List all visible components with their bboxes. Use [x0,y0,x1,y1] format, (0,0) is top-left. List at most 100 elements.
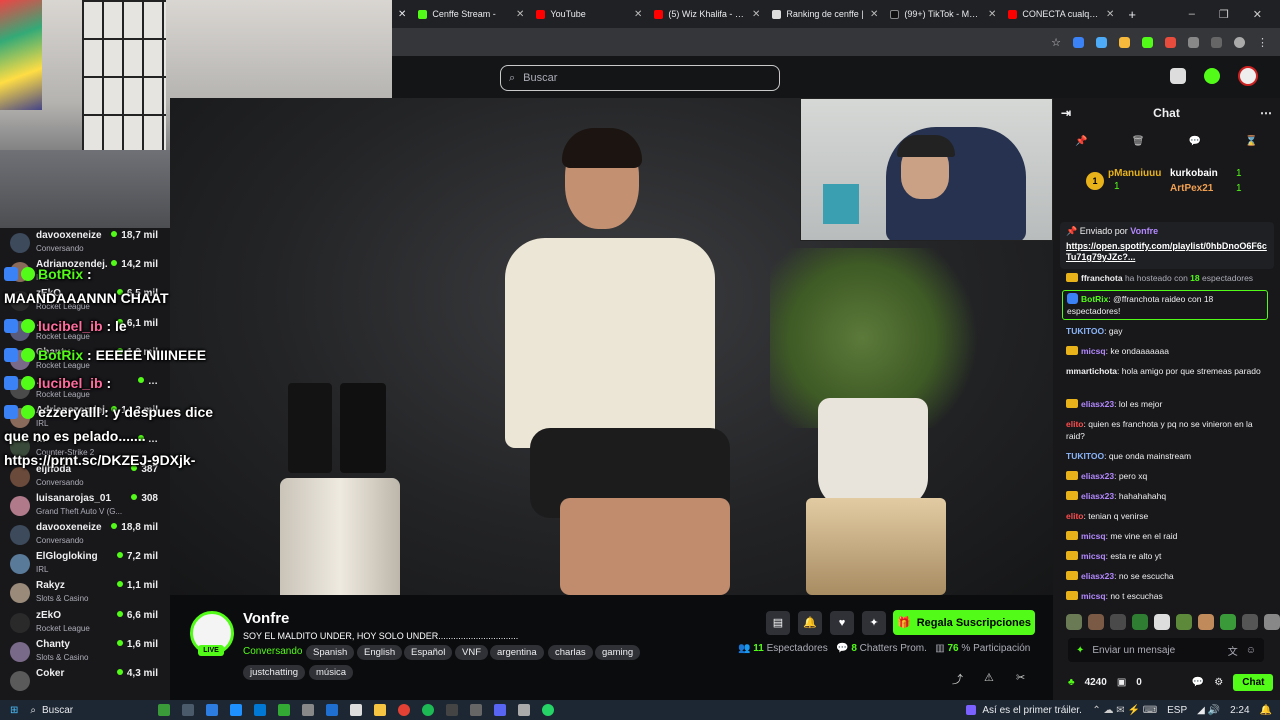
app-icon[interactable] [326,704,338,716]
browser-tab[interactable]: (5) Wiz Khalifa - Say ✕ [648,0,766,28]
extension-icon[interactable] [1096,36,1107,48]
video-player[interactable] [170,98,1053,595]
settings-gear-icon[interactable]: ⚙ [1214,677,1223,688]
emote-icon[interactable] [1176,614,1192,630]
browser-tab[interactable]: YouTube ✕ [530,0,648,28]
browser-tab[interactable]: CONECTA cualquier ✕ [1002,0,1120,28]
tab-close-icon[interactable]: ✕ [988,9,996,20]
notifications-bell-icon[interactable]: 🔔 [798,611,822,635]
sidebar-channel[interactable]: davooxeneize Conversando 18,8 mil [0,520,170,549]
gift-subscriptions-button[interactable]: 🎁 Regala Suscripciones [893,610,1035,635]
edge-icon[interactable] [230,704,242,716]
stream-tag[interactable]: música [309,665,354,680]
chat-settings-bubble-icon[interactable]: 💬 [1192,677,1204,688]
stream-category[interactable]: Conversando [243,646,302,657]
new-tab-button[interactable]: + [1120,7,1144,22]
minimize-button[interactable]: – [1189,8,1195,21]
kick-logo-icon[interactable] [1204,68,1220,84]
chat-username[interactable]: eliasx23 [1081,491,1114,501]
tab-close-icon[interactable]: ✕ [516,9,524,20]
chat-bubble-icon[interactable]: 💬 [1189,136,1201,147]
stream-tag[interactable]: argentina [490,645,544,660]
browser-tab[interactable]: Ranking de cenffe | ✕ [766,0,884,28]
clip-icon[interactable]: ✂ [1016,671,1025,684]
stream-tag[interactable]: English [357,645,403,660]
chat-username[interactable]: elito [1066,511,1083,521]
chrome-icon[interactable] [398,704,410,716]
tab-close-icon[interactable]: ✕ [870,9,878,20]
emote-icon[interactable] [1110,614,1126,630]
notification-bell-icon[interactable]: 🔔 [1260,705,1272,716]
app-icon[interactable] [302,704,314,716]
whatsapp-icon[interactable] [542,704,554,716]
language-indicator[interactable]: ESP [1167,705,1187,716]
chat-username[interactable]: micsq [1081,551,1106,561]
theatre-mode-button[interactable]: ▤ [766,611,790,635]
extension-icon[interactable] [1165,36,1176,48]
bookmark-star-icon[interactable]: ☆ [1051,36,1061,49]
inbox-icon[interactable] [1170,68,1186,84]
gifter-name[interactable]: ArtPex21 [1170,183,1213,194]
task-view-icon[interactable] [182,704,194,716]
stream-tag[interactable]: Español [404,645,453,660]
gift-box-icon[interactable]: ▣ [1117,677,1126,688]
gifter-name[interactable]: pManuiuuu [1108,168,1161,179]
emote-icon[interactable] [1088,614,1104,630]
emote-icon[interactable] [1132,614,1148,630]
chat-menu-icon[interactable]: ⋯ [1260,106,1272,120]
streamer-name[interactable]: Vonfre [243,610,289,627]
close-window-button[interactable]: ✕ [1253,8,1262,21]
taskbar-search[interactable]: Buscar [42,705,152,716]
copilot-icon[interactable] [206,704,218,716]
gifter-name[interactable]: kurkobain [1170,168,1218,179]
app-icon[interactable] [470,704,482,716]
sparkle-icon[interactable]: ✦ [1076,645,1084,656]
stream-tag[interactable]: gaming [595,645,641,660]
discord-icon[interactable] [494,704,506,716]
media-icon[interactable] [966,705,977,715]
settings-icon[interactable] [518,704,530,716]
chat-username[interactable]: elito [1066,419,1083,429]
chat-username[interactable]: micsq [1081,531,1106,541]
widgets-icon[interactable] [158,704,170,716]
emote-icon[interactable] [1242,614,1258,630]
chat-username[interactable]: eliasx23 [1081,399,1114,409]
sidebar-channel[interactable]: Chanty Slots & Casino 1,6 mil [0,637,170,666]
search-input[interactable]: ⌕ Buscar [500,65,780,91]
browser-tab[interactable]: Cenffe Stream - ✕ [412,0,530,28]
close-tab-icon[interactable]: ✕ [392,9,412,20]
chat-username[interactable]: TUKITOO [1066,326,1104,336]
hourglass-icon[interactable]: ⌛ [1245,136,1257,147]
chat-username[interactable]: micsq [1081,346,1106,356]
puzzle-icon[interactable] [1188,36,1199,48]
sidebar-channel[interactable]: Coker 4,3 mil [0,666,170,695]
browser-tab[interactable]: (99+) TikTok - Make ✕ [884,0,1002,28]
profile-icon[interactable] [1234,36,1245,48]
network-volume-icon[interactable]: ◢ 🔊 [1197,705,1220,716]
reading-list-icon[interactable] [1211,36,1222,48]
clock[interactable]: 2:24 [1230,705,1249,716]
store-icon[interactable] [254,704,266,716]
stream-tag[interactable]: justchatting [243,665,306,680]
tab-close-icon[interactable]: ✕ [1106,9,1114,20]
xbox-icon[interactable] [278,704,290,716]
chat-username[interactable]: eliasx23 [1081,571,1114,581]
chat-username[interactable]: eliasx23 [1081,471,1114,481]
menu-kebab-icon[interactable]: ⋮ [1257,36,1268,49]
chat-username[interactable]: mmartichota [1066,366,1117,376]
tab-close-icon[interactable]: ✕ [634,9,642,20]
emote-icon[interactable] [1220,614,1236,630]
trash-icon[interactable]: 🗑 [1132,136,1145,147]
spotify-icon[interactable] [422,704,434,716]
file-explorer-icon[interactable] [374,704,386,716]
emote-icon[interactable] [1066,614,1082,630]
translate-icon[interactable]: 文 [1228,643,1238,658]
emote-icon[interactable] [1198,614,1214,630]
pin-icon[interactable]: 📌 [1075,136,1087,147]
app-icon[interactable] [446,704,458,716]
points-icon[interactable]: ♣ [1068,677,1075,688]
sidebar-channel[interactable]: davooxeneize Conversando 18,7 mil [0,228,170,257]
sidebar-channel[interactable]: luisanarojas_01 Grand Theft Auto V (G... 3… [0,491,170,520]
user-avatar[interactable] [1238,66,1258,86]
pinned-link[interactable]: https://open.spotify.com/playlist/0hbDno… [1066,241,1268,263]
